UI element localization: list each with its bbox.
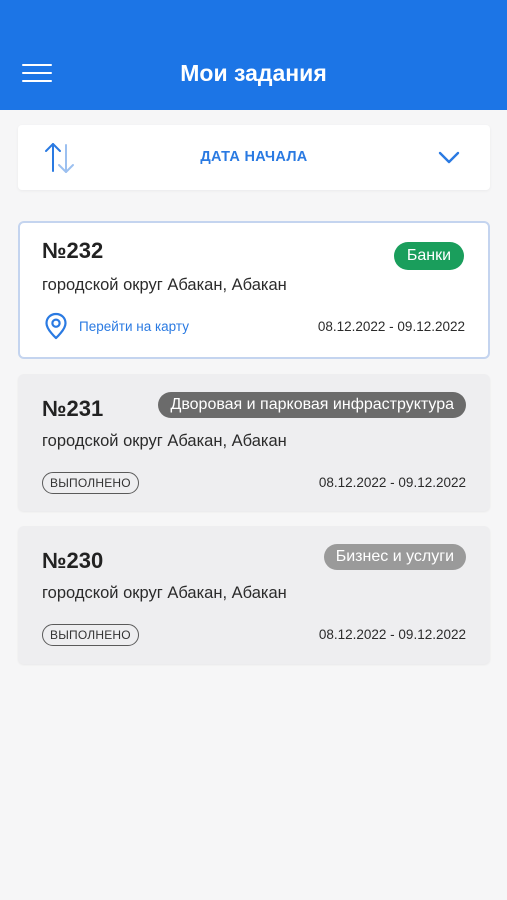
status-badge: ВЫПОЛНЕНО <box>42 472 139 494</box>
task-dates: 08.12.2022 - 09.12.2022 <box>318 627 466 642</box>
category-badge: Дворовая и парковая инфраструктура <box>158 392 466 418</box>
chevron-down-icon[interactable] <box>437 147 461 167</box>
task-number: №232 <box>42 238 104 263</box>
category-badge: Банки <box>393 242 464 270</box>
task-number: №230 <box>42 548 104 573</box>
task-address: городской округ Абакан, Абакан <box>42 584 287 602</box>
status-badge: ВЫПОЛНЕНО <box>42 624 139 646</box>
task-card[interactable]: №230 Бизнес и услуги городской округ Аба… <box>18 526 490 664</box>
task-address: городской округ Абакан, Абакан <box>42 276 287 294</box>
page-title: Мои задания <box>180 60 327 86</box>
sort-selector[interactable]: ДАТА НАЧАЛА <box>18 125 490 190</box>
task-card[interactable]: №232 Банки городской округ Абакан, Абака… <box>18 221 490 359</box>
category-badge: Бизнес и услуги <box>323 544 466 570</box>
task-dates: 08.12.2022 - 09.12.2022 <box>317 319 465 334</box>
task-card[interactable]: №231 Дворовая и парковая инфраструктура … <box>18 374 490 511</box>
task-address: городской округ Абакан, Абакан <box>42 432 287 450</box>
sort-label: ДАТА НАЧАЛА <box>200 149 308 165</box>
app-header: Мои задания <box>0 0 507 110</box>
task-number: №231 <box>42 396 104 421</box>
map-link-label[interactable]: Перейти на карту <box>79 318 189 336</box>
task-dates: 08.12.2022 - 09.12.2022 <box>318 475 466 490</box>
location-pin-icon <box>45 312 67 340</box>
